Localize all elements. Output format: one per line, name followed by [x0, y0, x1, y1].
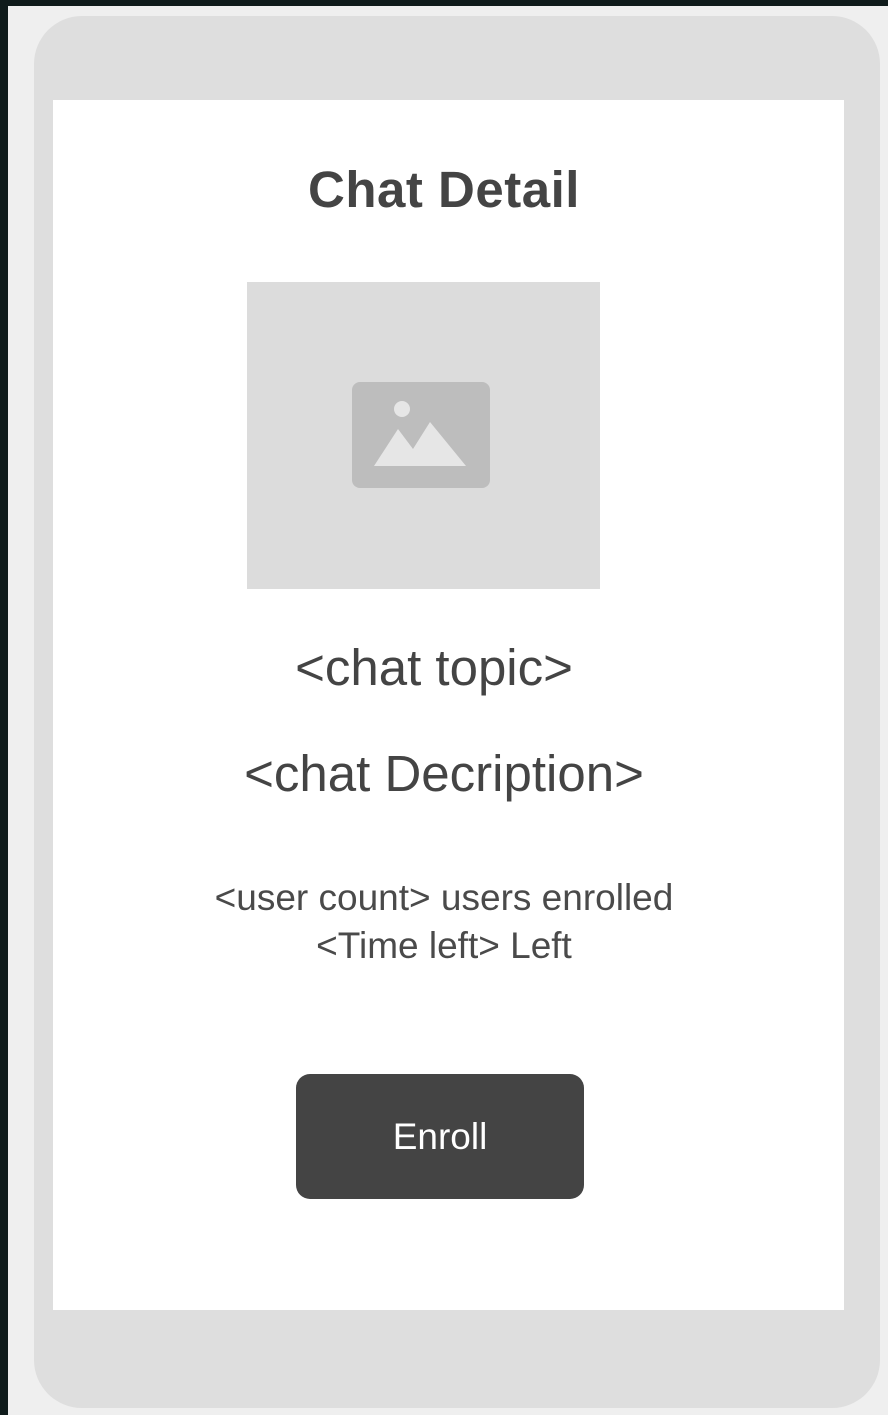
image-placeholder-icon [352, 382, 490, 488]
chat-topic: <chat topic> [295, 639, 573, 696]
page-title: Chat Detail [308, 161, 580, 218]
chat-description: <chat Decription> [244, 745, 644, 802]
chat-image-placeholder [247, 282, 600, 589]
time-left-text: <Time left> Left [316, 925, 572, 966]
users-enrolled-text: <user count> users enrolled [214, 877, 674, 918]
chat-meta: <user count> users enrolled <Time left> … [0, 874, 888, 970]
enroll-button[interactable]: Enroll [296, 1074, 584, 1199]
